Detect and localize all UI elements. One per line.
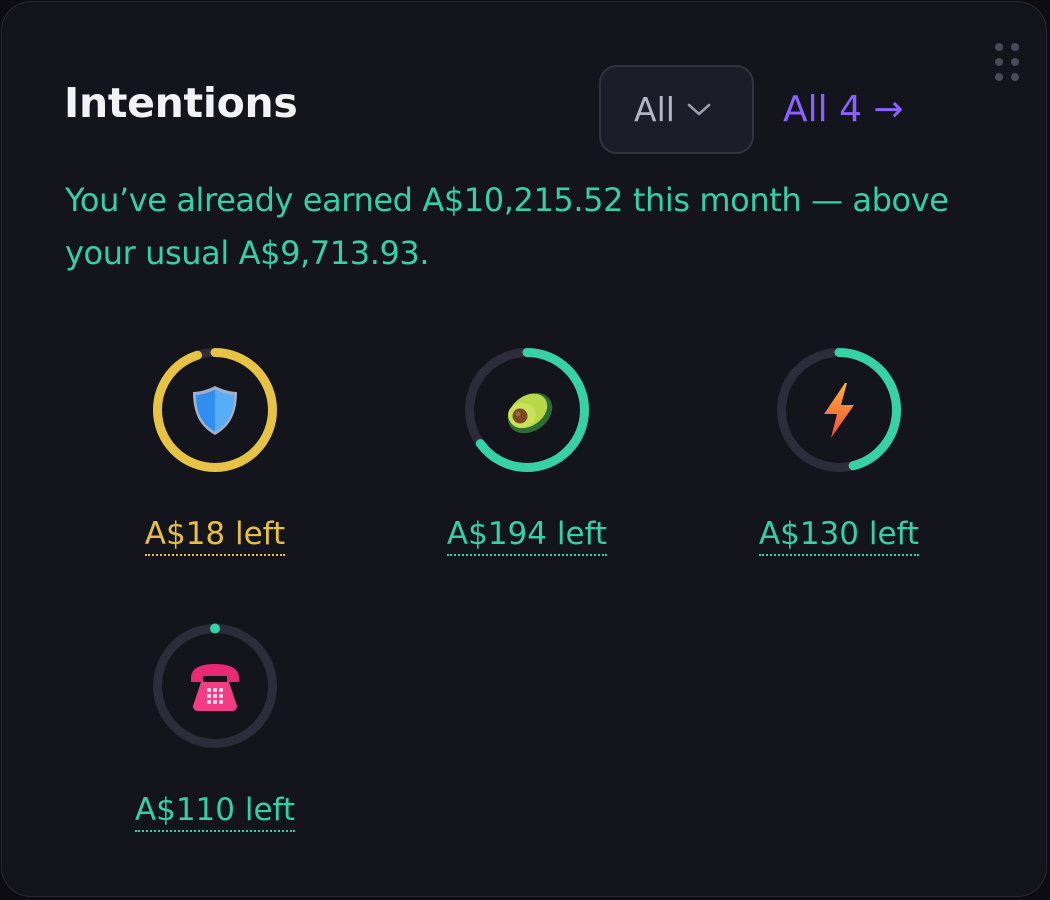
filter-dropdown[interactable]: All	[599, 65, 754, 154]
intention-item: A$110 left	[115, 622, 315, 862]
lightning-icon	[824, 383, 854, 438]
intention-progress-ring[interactable]	[151, 346, 279, 474]
intention-progress-ring[interactable]	[151, 622, 279, 750]
view-all-link[interactable]: All 4 →	[783, 86, 904, 134]
shield-icon	[193, 386, 237, 435]
intention-item: A$194 left	[427, 346, 627, 586]
intention-progress-ring[interactable]	[463, 346, 591, 474]
amount-left-label[interactable]: A$130 left	[739, 514, 939, 556]
avocado-icon	[507, 392, 553, 434]
chevron-down-icon	[687, 103, 711, 115]
earnings-summary: You’ve already earned A$10,215.52 this m…	[65, 181, 949, 272]
telephone-icon	[191, 664, 239, 711]
amount-left-label[interactable]: A$194 left	[427, 514, 627, 556]
amount-left-label[interactable]: A$110 left	[115, 790, 315, 832]
filter-selected-value: All	[634, 89, 675, 129]
intention-item: A$18 left	[115, 346, 315, 586]
intentions-card: Intentions All All 4 → You’ve already ea…	[1, 1, 1047, 897]
ring-progress-dot	[210, 623, 220, 634]
intention-item: A$130 left	[739, 346, 939, 586]
drag-handle-icon[interactable]	[995, 43, 1021, 81]
amount-left-label[interactable]: A$18 left	[115, 514, 315, 556]
card-title: Intentions	[64, 79, 298, 127]
intention-progress-ring[interactable]	[775, 346, 903, 474]
